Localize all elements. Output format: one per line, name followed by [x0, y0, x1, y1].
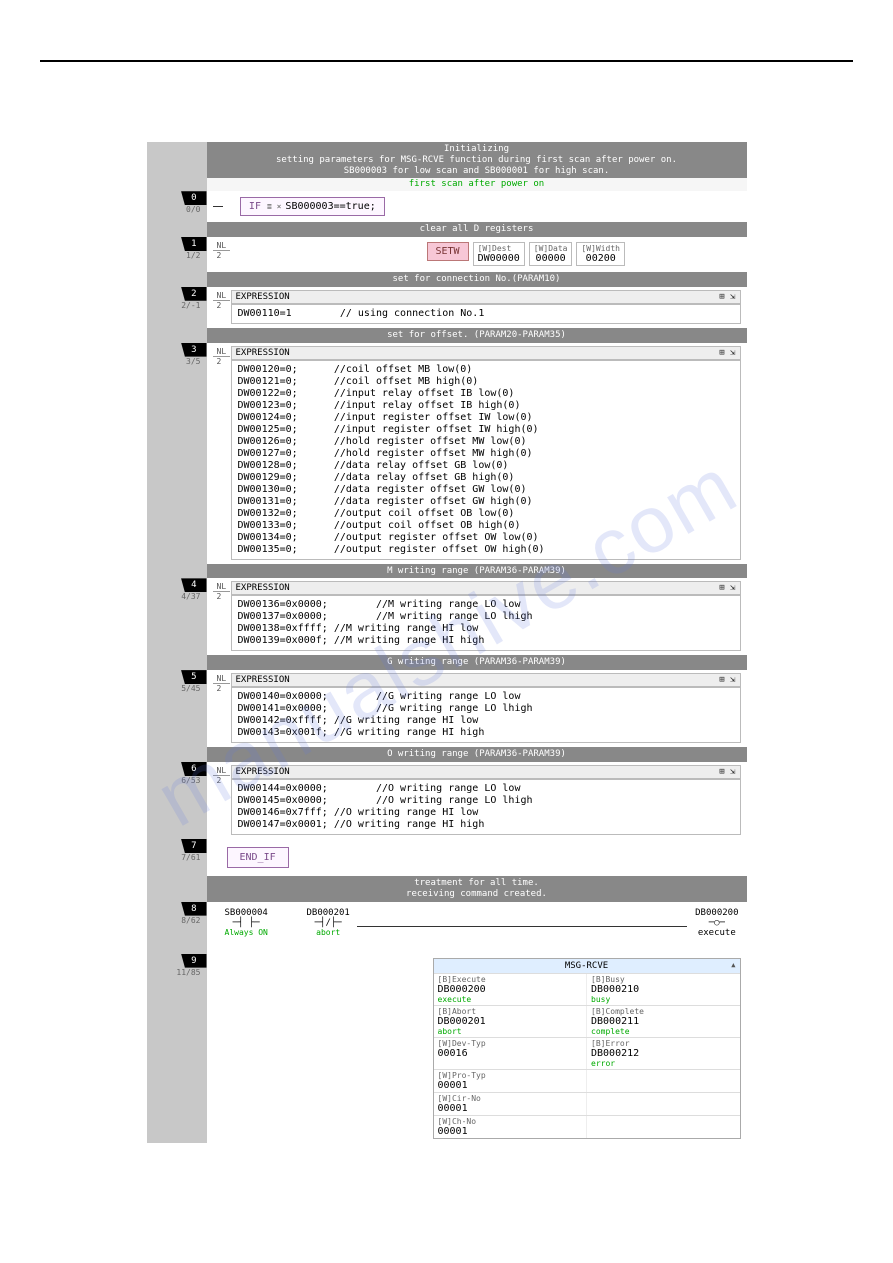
expand-icon[interactable]: ⊞ ⇲: [719, 675, 735, 685]
nl-label: NL: [213, 766, 231, 776]
page-rule: [40, 60, 853, 62]
if-keyword: IF: [249, 201, 261, 212]
setw-dest[interactable]: [W]Dest DW00000: [473, 242, 525, 266]
nl-label: NL: [213, 241, 231, 251]
rung-number-2[interactable]: 2: [181, 287, 206, 301]
fb-abort-in[interactable]: [B]Abort DB000201 abort: [434, 1006, 588, 1037]
rung-number-9[interactable]: 9: [181, 954, 206, 968]
rung-number-6[interactable]: 6: [181, 762, 206, 776]
fb-complete-out[interactable]: [B]Complete DB000211 complete: [587, 1006, 740, 1037]
fb-busy-out[interactable]: [B]Busy DB000210 busy: [587, 974, 740, 1005]
rung-sub-5: 5/45: [147, 684, 207, 693]
setw-data[interactable]: [W]Data 00000: [529, 242, 573, 266]
expand-icon[interactable]: ⊞ ⇲: [719, 583, 735, 593]
fb-title: MSG-RCVE: [565, 961, 608, 971]
endif-block[interactable]: END_IF: [227, 847, 289, 868]
expand-icon[interactable]: ⊞ ⇲: [719, 767, 735, 777]
fb-cirno-in[interactable]: [W]Cir-No 00001: [434, 1093, 588, 1115]
rung-number-7[interactable]: 7: [181, 839, 206, 853]
expression-code-4[interactable]: DW00136=0x0000; //M writing range LO low…: [231, 595, 741, 651]
section-banner-g-range: G writing range (PARAM36-PARAM39): [207, 655, 747, 670]
rung-number-1[interactable]: 1: [181, 237, 206, 251]
coil-icon: ─○─: [695, 918, 738, 928]
rung-number-4[interactable]: 4: [181, 578, 206, 592]
contact-abort[interactable]: DB000201 ─┤/├─ abort: [307, 908, 350, 937]
expand-icon[interactable]: ⊞ ⇲: [719, 292, 735, 302]
section-banner-conn: set for connection No.(PARAM10): [207, 272, 747, 287]
section-banner-clear: clear all D registers: [207, 222, 747, 237]
fb-execute-in[interactable]: [B]Execute DB000200 execute: [434, 974, 588, 1005]
rung-sub-8: 8/62: [147, 916, 207, 925]
rung-sub-3: 3/5: [147, 357, 207, 366]
rung-number-8[interactable]: 8: [181, 902, 206, 916]
if-block[interactable]: IF ≣ × SB000003==true;: [240, 197, 385, 216]
contact-no-icon: ─┤ ├─: [225, 918, 268, 928]
rung-sub-7: 7/61: [147, 853, 207, 862]
rung-number-3[interactable]: 3: [181, 343, 206, 357]
expression-header[interactable]: EXPRESSION ⊞ ⇲: [231, 290, 741, 304]
nl-label: NL: [213, 347, 231, 357]
expression-header[interactable]: EXPRESSION ⊞ ⇲: [231, 765, 741, 779]
function-block-msg-rcve[interactable]: MSG-RCVE ▲ [B]Execute DB000200 execute […: [433, 958, 741, 1139]
expression-header[interactable]: EXPRESSION ⊞ ⇲: [231, 673, 741, 687]
rung-sub-2: 2/-1: [147, 301, 207, 310]
fb-chno-in[interactable]: [W]Ch-No 00001: [434, 1116, 588, 1138]
fb-devtyp-in[interactable]: [W]Dev-Typ 00016: [434, 1038, 588, 1069]
nl-label: NL: [213, 291, 231, 301]
expand-icon[interactable]: ⊞ ⇲: [719, 348, 735, 358]
rung-sub-9: 11/85: [147, 968, 207, 977]
expression-header[interactable]: EXPRESSION ⊞ ⇲: [231, 581, 741, 595]
coil-execute[interactable]: DB000200 ─○─ execute: [695, 908, 738, 938]
rung-sub-4: 4/37: [147, 592, 207, 601]
contact-always-on[interactable]: SB000004 ─┤ ├─ Always ON: [225, 908, 268, 937]
comment-first-scan: first scan after power on: [207, 178, 747, 191]
contact-nc-icon: ─┤/├─: [307, 918, 350, 928]
collapse-triangle-icon[interactable]: ▲: [731, 961, 735, 969]
nl-label: NL: [213, 582, 231, 592]
rung-sub-6: 6/53: [147, 776, 207, 785]
fb-protyp-in[interactable]: [W]Pro-Typ 00001: [434, 1070, 588, 1092]
section-banner-init: Initializing setting parameters for MSG-…: [207, 142, 747, 178]
expression-header[interactable]: EXPRESSION ⊞ ⇲: [231, 346, 741, 360]
rung-number-0[interactable]: 0: [181, 191, 206, 205]
setw-width[interactable]: [W]Width 00200: [576, 242, 625, 266]
rung-number-5[interactable]: 5: [181, 670, 206, 684]
expression-code-6[interactable]: DW00144=0x0000; //O writing range LO low…: [231, 779, 741, 835]
collapse-icon[interactable]: ≣ ×: [267, 202, 281, 211]
setw-instruction[interactable]: SETW: [427, 242, 469, 261]
expression-code-5[interactable]: DW00140=0x0000; //G writing range LO low…: [231, 687, 741, 743]
nl-label: NL: [213, 674, 231, 684]
rung-sub-1: 1/2: [147, 251, 207, 260]
expression-code-3[interactable]: DW00120=0; //coil offset MB low(0) DW001…: [231, 360, 741, 560]
section-banner-o-range: O writing range (PARAM36-PARAM39): [207, 747, 747, 762]
rung-sub-0: 0/0: [147, 205, 207, 214]
section-banner-m-range: M writing range (PARAM36-PARAM39): [207, 564, 747, 579]
fb-error-out[interactable]: [B]Error DB000212 error: [587, 1038, 740, 1069]
section-banner-offset: set for offset. (PARAM20-PARAM35): [207, 328, 747, 343]
expression-code-2[interactable]: DW00110=1 // using connection No.1: [231, 304, 741, 324]
section-banner-treatment: treatment for all time. receiving comman…: [207, 876, 747, 902]
if-expression: SB000003==true;: [285, 201, 375, 212]
